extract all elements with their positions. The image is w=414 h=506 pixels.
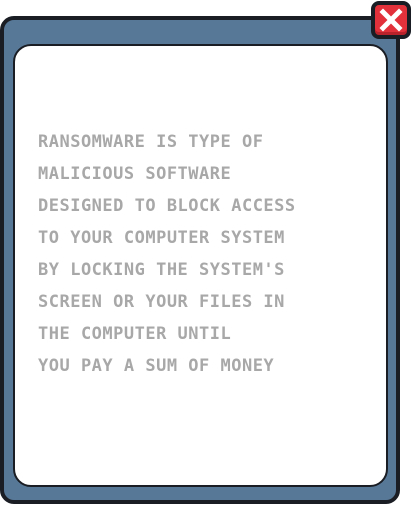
message-line: YOU PAY A SUM OF MONEY — [38, 356, 275, 376]
message-line: THE COMPUTER UNTIL — [38, 324, 232, 344]
message-line: DESIGNED TO BLOCK ACCESS — [38, 196, 296, 216]
ransomware-message: RANSOMWARE IS TYPE OF MALICIOUS SOFTWARE… — [38, 126, 378, 382]
dialog-window: RANSOMWARE IS TYPE OF MALICIOUS SOFTWARE… — [0, 16, 400, 504]
message-line: RANSOMWARE IS TYPE OF — [38, 132, 264, 152]
dialog-content-panel: RANSOMWARE IS TYPE OF MALICIOUS SOFTWARE… — [13, 44, 388, 487]
message-line: SCREEN OR YOUR FILES IN — [38, 292, 285, 312]
message-line: BY LOCKING THE SYSTEM'S — [38, 260, 285, 280]
close-button[interactable] — [371, 1, 411, 39]
close-x-icon — [379, 8, 403, 32]
message-line: MALICIOUS SOFTWARE — [38, 164, 232, 184]
message-line: TO YOUR COMPUTER SYSTEM — [38, 228, 285, 248]
